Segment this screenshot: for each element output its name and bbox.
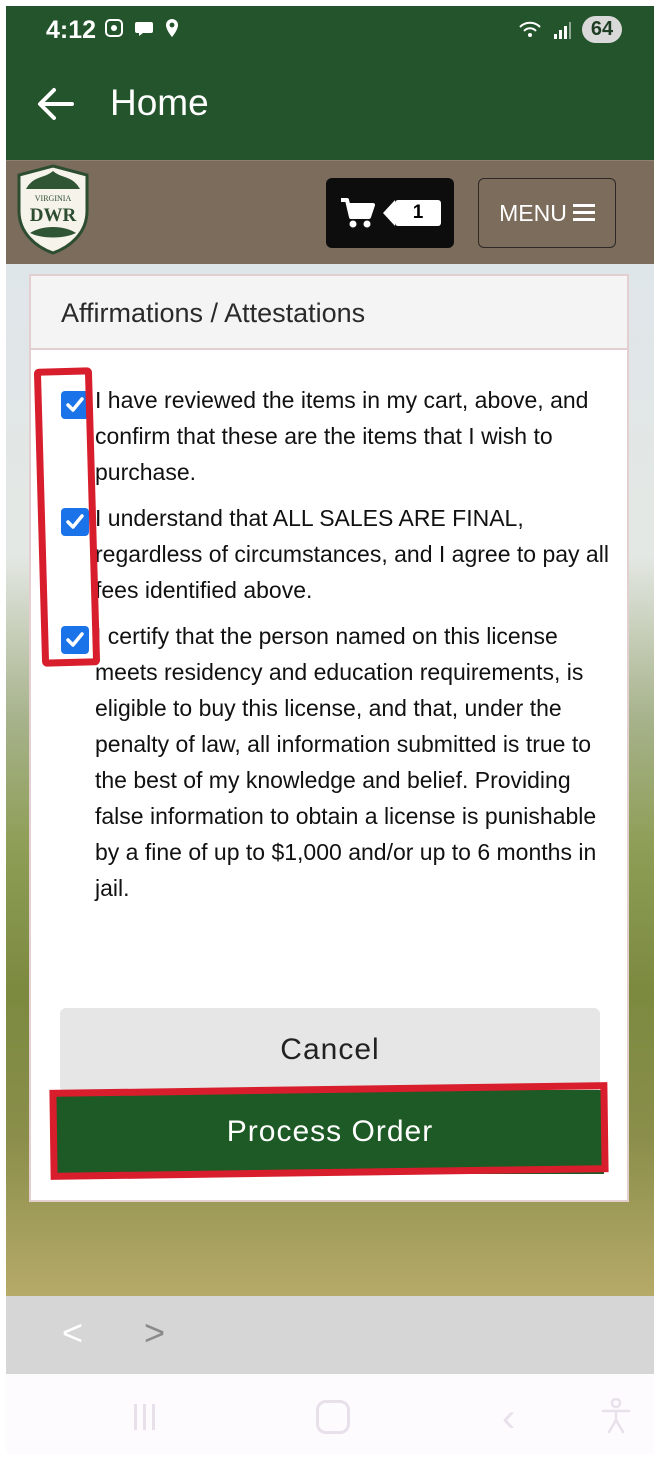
status-system-icons: 64 [518,16,622,43]
shopping-cart-icon [341,198,375,228]
status-time: 4:12 [46,16,97,44]
affirmation-checkbox-1[interactable] [61,391,89,419]
checkmark-icon [66,397,84,412]
cart-button[interactable]: 1 [326,178,454,248]
menu-button[interactable]: MENU [478,178,616,248]
system-nav-bar: ‹ [6,1374,654,1454]
menu-label: MENU [499,199,567,226]
affirmation-text-1: I have reviewed the items in my cart, ab… [95,387,589,485]
virginia-dwr-logo[interactable]: VIRGINIA DWR [14,163,92,255]
accessibility-icon[interactable] [600,1398,632,1434]
status-bar: 4:12 64 [6,6,654,54]
signal-icon [554,21,571,39]
battery-indicator: 64 [582,16,622,43]
site-navbar: VIRGINIA DWR 1 MENU [6,160,654,264]
browser-back-button[interactable]: < [62,1312,83,1354]
card-title: Affirmations / Attestations [61,298,366,328]
home-icon[interactable] [316,1400,350,1434]
process-order-button[interactable]: Process Order [56,1090,604,1174]
browser-nav-bar: < > [6,1296,654,1374]
system-back-icon[interactable]: ‹ [502,1396,515,1441]
app-bar: 4:12 64 Home [6,6,654,160]
cancel-button[interactable]: Cancel [60,1008,600,1092]
status-notification-icons [104,18,180,38]
recents-icon[interactable] [134,1404,155,1430]
browser-forward-button[interactable]: > [144,1312,165,1354]
cart-count-badge: 1 [383,200,441,226]
affirmation-text-3: I certify that the person named on this … [95,623,597,901]
checkmark-icon [66,632,84,647]
screenshot-icon [105,19,123,37]
affirmation-checkbox-3[interactable] [61,626,89,654]
affirmation-checkbox-2[interactable] [61,508,89,536]
back-arrow-icon[interactable] [36,86,76,122]
wifi-icon [519,21,541,37]
affirmation-text-2: I understand that ALL SALES ARE FINAL, r… [95,505,609,603]
checkmark-icon [66,514,84,529]
logo-line2: DWR [30,205,77,226]
location-icon [166,19,178,37]
card-header: Affirmations / Attestations [31,276,627,350]
app-bar-title: Home [110,82,209,123]
hamburger-icon [572,204,595,222]
logo-line1: VIRGINIA [35,194,72,203]
chat-icon [135,22,153,36]
